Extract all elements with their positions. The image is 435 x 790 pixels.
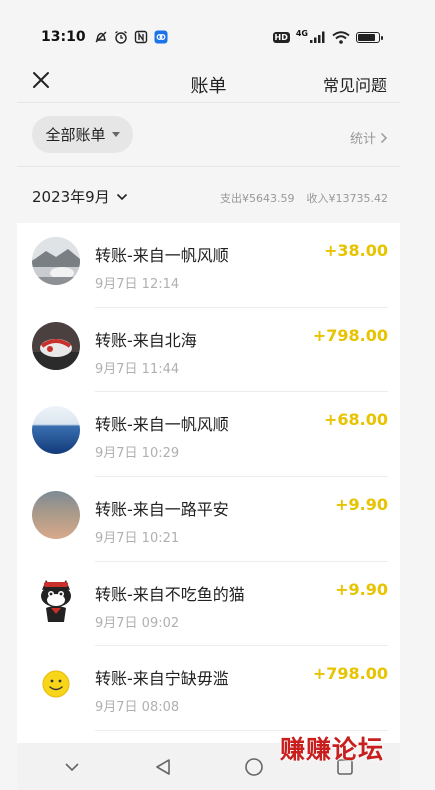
hd-badge: HD: [272, 31, 290, 43]
transaction-title: 转账-来自宁缺毋滥: [95, 669, 229, 689]
dropdown-caret-icon: [111, 132, 120, 137]
month-summary: 2023年9月 支出¥5643.59 收入¥13735.42: [17, 182, 400, 212]
avatar: [32, 406, 80, 455]
transaction-title: 转账-来自一路平安: [95, 500, 229, 520]
transaction-time: 9月7日 09:02: [95, 615, 180, 631]
transaction-amount: +38.00: [323, 241, 388, 260]
mute-icon: [95, 31, 107, 43]
network-type: 4G: [295, 28, 308, 38]
avatar: [32, 321, 80, 370]
transaction-row[interactable]: 转账-来自不吃鱼的猫 9月7日 09:02 +9.90: [17, 562, 400, 647]
app-notification-icon: [154, 30, 168, 44]
transaction-title: 转账-来自北海: [95, 330, 197, 350]
transaction-time: 9月7日 10:21: [95, 531, 180, 547]
filter-label: 全部账单: [45, 126, 106, 144]
alarm-icon: [114, 30, 127, 44]
stats-link[interactable]: 统计: [350, 128, 388, 147]
chevron-right-icon: [380, 132, 388, 143]
stats-label: 统计: [349, 132, 376, 147]
navigation-bar: 账单 常见问题: [17, 62, 400, 106]
transaction-row[interactable]: 转账-来自一路平安 9月7日 10:21 +9.90: [17, 477, 400, 562]
transaction-title: 转账-来自一帆风顺: [95, 415, 229, 435]
chevron-down-icon: [116, 193, 127, 200]
watermark-text: 赚赚论坛: [280, 735, 385, 764]
transaction-time: 9月7日 10:29: [95, 446, 180, 462]
signal-icon: [310, 31, 325, 43]
month-selector[interactable]: 2023年9月: [32, 186, 128, 207]
transaction-amount: +68.00: [323, 410, 388, 430]
status-bar: 13:10 HD 4G: [17, 18, 400, 56]
transaction-title: 转账-来自不吃鱼的猫: [95, 584, 245, 604]
transaction-list: 转账-来自一帆风顺 9月7日 12:14 +38.00 转账-来自北海 9月7日…: [17, 223, 400, 743]
avatar: [32, 491, 80, 540]
transaction-row[interactable]: 转账-来自一帆风顺 9月7日 12:14 +38.00: [17, 223, 400, 308]
income-total: 收入¥13735.42: [306, 192, 389, 205]
bill-filter-dropdown[interactable]: 全部账单: [32, 116, 133, 153]
month-totals: 支出¥5643.59 收入¥13735.42: [220, 190, 388, 206]
month-label: 2023年9月: [32, 188, 110, 206]
transaction-title: 转账-来自一帆风顺: [95, 246, 229, 265]
transaction-time: 9月7日 11:44: [95, 361, 180, 377]
filter-divider: [17, 166, 400, 167]
transaction-row[interactable]: 转账-来自宁缺毋滥 9月7日 08:08 +798.00: [17, 646, 400, 732]
transaction-amount: +798.00: [312, 664, 388, 684]
avatar: [32, 660, 80, 709]
back-triangle-icon: [156, 758, 170, 775]
phone-screen: 13:10 HD 4G 账单 常见问题 全部账单 统计 2023年9月 支出¥5…: [17, 18, 400, 790]
nav-hide-button[interactable]: [52, 752, 92, 782]
avatar: [32, 575, 80, 624]
transaction-time: 9月7日 12:14: [95, 277, 180, 292]
transaction-row[interactable]: 转账-来自一帆风顺 9月7日 10:29 +68.00: [17, 392, 400, 478]
nav-back-button[interactable]: [143, 752, 183, 782]
chevron-down-icon: [65, 762, 79, 771]
transaction-time: 9月7日 08:08: [95, 700, 180, 716]
expense-total: 支出¥5643.59: [220, 192, 295, 205]
home-circle-icon: [245, 757, 263, 776]
avatar: [32, 237, 80, 285]
nfc-icon: [134, 30, 147, 44]
nav-home-button[interactable]: [234, 752, 274, 782]
transaction-amount: +798.00: [312, 325, 388, 345]
faq-link[interactable]: 常见问题: [323, 72, 387, 96]
status-time: 13:10: [41, 29, 86, 45]
transaction-amount: +9.90: [335, 495, 388, 515]
transaction-amount: +9.90: [335, 579, 388, 599]
transaction-row[interactable]: 转账-来自北海 9月7日 11:44 +798.00: [17, 308, 400, 393]
wifi-icon: [332, 30, 350, 44]
battery-icon: [356, 31, 383, 43]
header-divider: [17, 102, 400, 103]
